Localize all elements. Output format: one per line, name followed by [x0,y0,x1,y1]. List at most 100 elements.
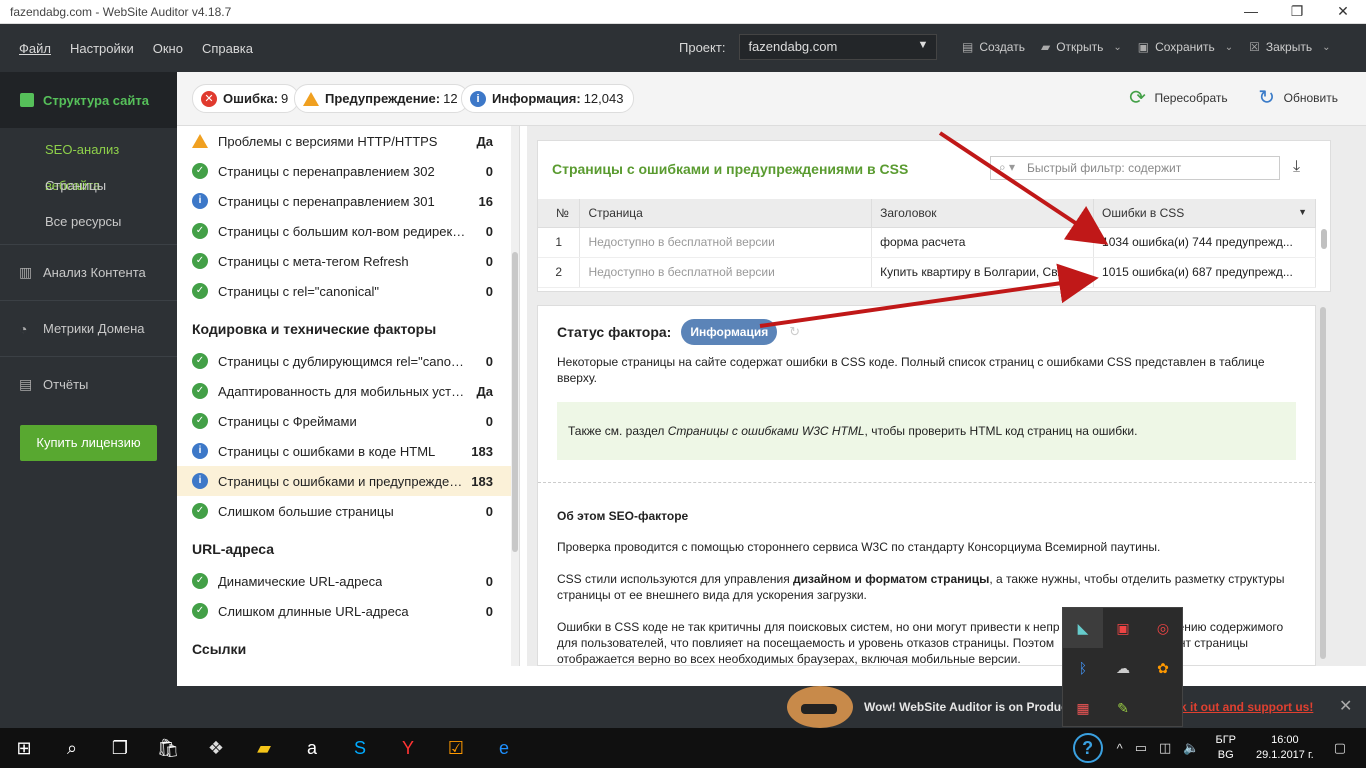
app-tray-icon[interactable]: ◣ [1063,608,1103,648]
search-icon: ⌕ ▾ [999,160,1016,174]
notifications-icon[interactable]: ▢ [1334,740,1346,756]
factor-row[interactable]: ✓ Адаптированность для мобильных устройст… [177,376,519,406]
table-row[interactable]: 1 Недоступно в бесплатной версии форма р… [538,227,1316,258]
check-icon: ✓ [192,573,208,589]
rebuild-button[interactable]: ⟳ Пересобрать [1126,86,1228,110]
factor-row[interactable]: ✓ Страницы с rel="canonical" 0 [177,276,519,306]
nav-reports[interactable]: ▤ Отчёты [0,356,177,412]
recheck-icon[interactable]: ↻ [789,324,800,340]
info-pill[interactable]: i Информация: 12,043 [461,84,635,113]
nav-site-structure[interactable]: Структура сайта [0,72,177,128]
close-project-button[interactable]: ☒ Закрыть ⌄ [1249,40,1330,54]
store-icon[interactable]: 🛍 [144,728,192,768]
promo-link[interactable]: k it out and support us! [1180,700,1313,714]
volume-icon[interactable]: 🔈 [1183,740,1199,756]
chevron-down-icon[interactable]: ⌄ [1113,42,1121,53]
flower-icon[interactable]: ✿ [1143,648,1183,688]
project-selector: Проект: fazendabg.com ▼ [679,34,938,60]
col-css-errors-label: Ошибки в CSS [1102,205,1185,220]
create-button[interactable]: ▤ Создать [962,40,1025,54]
chevron-down-icon[interactable]: ⌄ [1322,42,1330,53]
left-nav: Структура сайта SEO-анализ вебсайта Стра… [0,72,177,686]
col-css-errors[interactable]: Ошибки в CSS ▼ [1093,199,1316,228]
factor-row[interactable]: ✓ Страницы с перенаправлением 302 0 [177,156,519,186]
restore-button[interactable]: ❐ [1274,0,1320,24]
close-icon[interactable]: ✕ [1339,696,1352,716]
project-dropdown[interactable]: fazendabg.com ▼ [739,34,938,60]
see-also-link[interactable]: Страницы с ошибками W3C HTML [668,424,865,438]
close-window-button[interactable]: ✕ [1320,0,1366,24]
nav-seo-analysis[interactable]: SEO-анализ вебсайта [0,132,177,193]
search-icon[interactable]: ⌕ [48,728,96,768]
windows-start-icon[interactable]: ⊞ [0,728,48,768]
factor-row[interactable]: ✓ Страницы с дублирующимся rel="canonical… [177,346,519,376]
buy-license-button[interactable]: Купить лицензию [20,425,157,461]
website-auditor-icon[interactable]: ☑ [432,728,480,768]
chevron-down-icon[interactable]: ⌄ [1225,42,1233,53]
info-icon: i [192,443,208,459]
factor-group-title[interactable]: Ссылки [177,626,519,666]
factor-group-title[interactable]: URL-адреса [177,526,519,566]
yandex-icon[interactable]: Y [384,728,432,768]
shield-icon[interactable]: ▣ [1103,608,1143,648]
language-indicator[interactable]: БГР BG [1215,733,1236,763]
bluetooth-icon[interactable]: ᛒ [1063,648,1103,688]
nav-pages[interactable]: Страницы [0,168,177,204]
file-explorer-icon[interactable]: ▰ [240,728,288,768]
col-page[interactable]: Страница [579,199,873,228]
factor-row[interactable]: i Страницы с ошибками и предупреждения...… [177,466,519,496]
quick-filter-input[interactable]: ⌕ ▾ Быстрый фильтр: содержит [990,156,1280,180]
dropbox-icon[interactable]: ❖ [192,728,240,768]
factor-row[interactable]: Проблемы с версиями HTTP/HTTPS Да [177,126,519,156]
factor-list-scrollbar[interactable] [511,126,519,666]
network-icon[interactable]: ◫ [1159,740,1171,756]
minimize-button[interactable]: — [1228,0,1274,24]
factor-row[interactable]: ✓ Динамические URL-адреса 0 [177,566,519,596]
update-button[interactable]: ↻ Обновить [1256,86,1338,110]
errors-pill[interactable]: ✕ Ошибка: 9 [192,84,300,113]
edge-icon[interactable]: e [480,728,528,768]
download-icon[interactable]: ⤓ [1293,158,1300,176]
factor-row[interactable]: ✓ Страницы с большим кол-вом редиректов 0 [177,216,519,246]
about-p2: CSS стили используются для управления ди… [557,571,1297,603]
nav-domain-metrics[interactable]: ◔ Метрики Домена [0,300,177,356]
chevron-up-icon[interactable]: ^ [1117,741,1123,756]
headset-icon[interactable]: ◎ [1143,608,1183,648]
menu-window[interactable]: Окно [153,41,183,56]
warnings-pill[interactable]: Предупреждение: 12 [294,84,469,113]
factor-group-title[interactable]: Кодировка и технические факторы [177,306,519,346]
menu-file[interactable]: Файл [19,41,51,56]
clock[interactable]: 16:00 29.1.2017 г. [1256,733,1314,763]
skype-icon[interactable]: S [336,728,384,768]
factor-label: Динамические URL-адреса [218,573,383,589]
factor-row[interactable]: ✓ Страницы с Фреймами 0 [177,406,519,436]
menu-help[interactable]: Справка [202,41,253,56]
battery-icon[interactable]: ▭ [1135,740,1147,756]
col-title[interactable]: Заголовок [871,199,1095,228]
open-button[interactable]: ▰ Открыть ⌄ [1041,40,1122,54]
p3-line1-tail: ению содержимого [1177,620,1284,634]
menu-settings[interactable]: Настройки [70,41,134,56]
task-view-icon[interactable]: ❐ [96,728,144,768]
plant-icon[interactable]: ✎ [1103,688,1143,728]
error-icon: ✕ [201,90,217,107]
amazon-icon[interactable]: a [288,728,336,768]
nav-all-resources[interactable]: Все ресурсы [0,204,177,240]
detail-scrollbar[interactable] [1319,305,1327,666]
see-also-box: Также см. раздел Страницы с ошибками W3C… [557,402,1296,460]
nav-main-label: Структура сайта [43,92,149,108]
col-number[interactable]: № [538,199,581,228]
factor-row[interactable]: i Страницы с перенаправлением 301 16 [177,186,519,216]
table-row[interactable]: 2 Недоступно в бесплатной версии Купить … [538,257,1316,288]
factor-row[interactable]: ✓ Слишком длинные URL-адреса 0 [177,596,519,626]
colorful-app-icon[interactable]: ▦ [1063,688,1103,728]
factor-row[interactable]: i Страницы с ошибками в коде HTML 183 [177,436,519,466]
status-badge[interactable]: Информация [681,319,778,345]
factor-row[interactable]: ✓ Страницы с мета-тегом Refresh 0 [177,246,519,276]
cloud-icon[interactable]: ☁ [1103,648,1143,688]
table-scrollbar[interactable] [1320,227,1328,287]
factor-row[interactable]: ✓ Слишком большие страницы 0 [177,496,519,526]
save-button[interactable]: ▣ Сохранить ⌄ [1138,40,1233,54]
nav-content-analysis[interactable]: ▥ Анализ Контента [0,244,177,300]
help-icon[interactable]: ? [1072,733,1103,763]
